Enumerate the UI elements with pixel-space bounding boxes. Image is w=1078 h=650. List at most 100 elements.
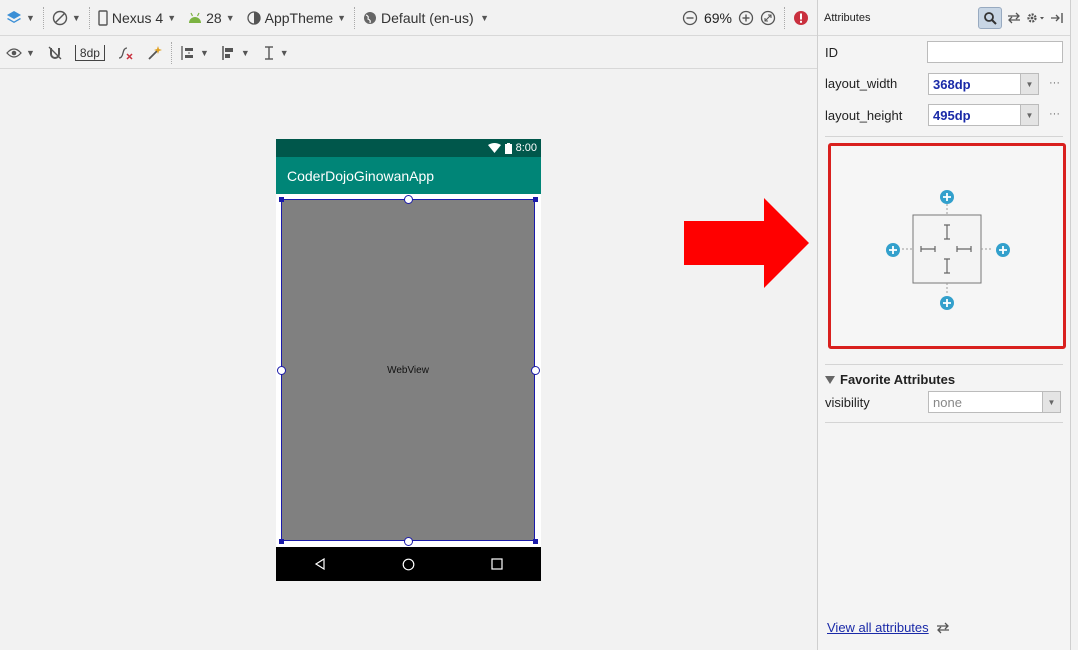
layers-icon [6,10,22,26]
chevron-down-icon: ▼ [167,12,177,23]
gear-icon[interactable] [1026,12,1046,24]
align-left-icon [221,45,237,61]
attributes-panel: Attributes ID layout_width 368dp ▼ ··· l… [817,0,1070,650]
align-button[interactable]: ▼ [215,41,256,65]
constraint-anchor-left[interactable] [277,366,286,375]
api-level: 28 [206,9,222,26]
wifi-icon [487,143,501,153]
id-field[interactable] [927,41,1063,63]
eye-icon [6,47,22,59]
phone-icon [98,9,108,26]
layout-height-dropdown[interactable]: 495dp ▼ [928,104,1039,126]
view-options-button[interactable]: ▼ [0,41,41,65]
zoom-out-icon[interactable] [682,10,698,26]
constraint-anchor-right[interactable] [531,366,540,375]
status-time: 8:00 [515,142,537,154]
app-bar: CoderDojoGinowanApp [276,157,541,194]
divider [825,136,1063,137]
hide-panel-icon[interactable] [1050,12,1064,24]
webview-component[interactable]: WebView [281,199,535,541]
status-bar: 8:00 [276,139,541,157]
side-tool-strip [1070,0,1078,650]
design-canvas[interactable]: 8:00 CoderDojoGinowanApp WebView [0,70,817,650]
margin-value: 8dp [74,44,105,61]
design-surface-button[interactable]: ▼ [0,6,41,30]
android-studio-layout-editor: ▼ ▼ Nexus 4 ▼ 28 ▼ AppTheme ▼ Default (e… [0,0,1078,650]
layout-width-value: 368dp [933,76,971,92]
favorite-attributes-title: Favorite Attributes [840,372,956,387]
autoconnect-button[interactable] [41,41,69,65]
zoom-level: 69% [703,9,732,26]
zoom-in-icon[interactable] [738,10,754,26]
visibility-dropdown[interactable]: none ▼ [928,391,1061,413]
theme-selector[interactable]: AppTheme ▼ [241,6,352,30]
add-constraint-right-icon[interactable] [996,243,1010,257]
add-constraint-bottom-icon[interactable] [940,296,954,310]
chevron-down-icon: ▼ [477,12,490,23]
resize-handle-top-right[interactable] [533,197,538,202]
chevron-down-icon: ▼ [1042,392,1060,412]
add-constraint-top-icon[interactable] [940,190,954,204]
visibility-label: visibility [825,395,870,410]
chevron-down-icon: ▼ [26,12,35,23]
resize-handle-bottom-left[interactable] [279,539,284,544]
guidelines-button[interactable]: ▼ [256,41,295,65]
search-button[interactable] [978,6,1002,29]
chevron-down-icon: ▼ [337,12,347,23]
orientation-button[interactable]: ▼ [46,6,87,30]
default-margins-button[interactable]: 8dp [69,41,111,65]
infer-constraints-button[interactable] [141,41,169,65]
nav-bar [276,547,541,581]
view-all-attributes-link[interactable]: View all attributes [827,620,951,635]
visibility-value: none [933,394,962,410]
resize-handle-bottom-right[interactable] [533,539,538,544]
zoom-to-fit-icon[interactable] [760,10,776,26]
resize-handle-top-left[interactable] [279,197,284,202]
magnet-off-icon [47,45,63,61]
error-icon[interactable] [793,10,809,26]
no-rotate-icon [52,10,68,26]
collapse-triangle-icon [825,375,835,384]
layout-height-more-button[interactable]: ··· [1049,108,1060,120]
id-label: ID [825,45,838,60]
toolbar-layout: ▼ 8dp ▼ ▼ ▼ [0,37,817,69]
android-icon [188,12,202,24]
divider [170,41,172,64]
divider [825,422,1063,423]
layout-width-dropdown[interactable]: 368dp ▼ [928,73,1039,95]
constraint-anchor-top[interactable] [404,195,413,204]
favorite-attributes-header[interactable]: Favorite Attributes [825,372,955,387]
locale-name: Default (en-us) [381,9,474,26]
pack-icon [180,45,196,61]
chevron-down-icon: ▼ [240,47,250,58]
recents-icon [491,558,503,570]
zoom-controls: 69% [682,6,817,29]
chevron-down-icon: ▼ [71,12,81,23]
constraint-widget-highlighted [828,143,1066,349]
layout-width-more-button[interactable]: ··· [1049,77,1060,89]
chevron-down-icon: ▼ [1020,105,1038,125]
device-name: Nexus 4 [111,9,164,26]
pack-button[interactable]: ▼ [174,41,215,65]
theme-icon [246,10,261,25]
divider [784,6,785,29]
add-constraint-left-icon[interactable] [886,243,900,257]
magic-wand-icon [147,45,163,61]
red-arrow-annotation [684,198,812,291]
constraint-anchor-bottom[interactable] [404,537,413,546]
panel-title: Attributes [824,11,871,24]
swap-view-icon[interactable] [1006,12,1022,24]
chevron-down-icon: ▼ [26,47,35,58]
constraint-widget [886,190,1010,310]
layout-height-label: layout_height [825,108,903,123]
layout-content: WebView [276,194,541,547]
clear-constraints-icon [117,45,135,61]
webview-label: WebView [387,364,429,376]
api-level-selector[interactable]: 28 ▼ [182,6,241,30]
clear-constraints-button[interactable] [111,41,141,65]
divider [354,6,356,29]
device-selector[interactable]: Nexus 4 ▼ [92,6,182,30]
app-title: CoderDojoGinowanApp [287,167,435,184]
locale-selector[interactable]: Default (en-us) ▼ [357,6,495,30]
attributes-header: Attributes [818,0,1070,36]
